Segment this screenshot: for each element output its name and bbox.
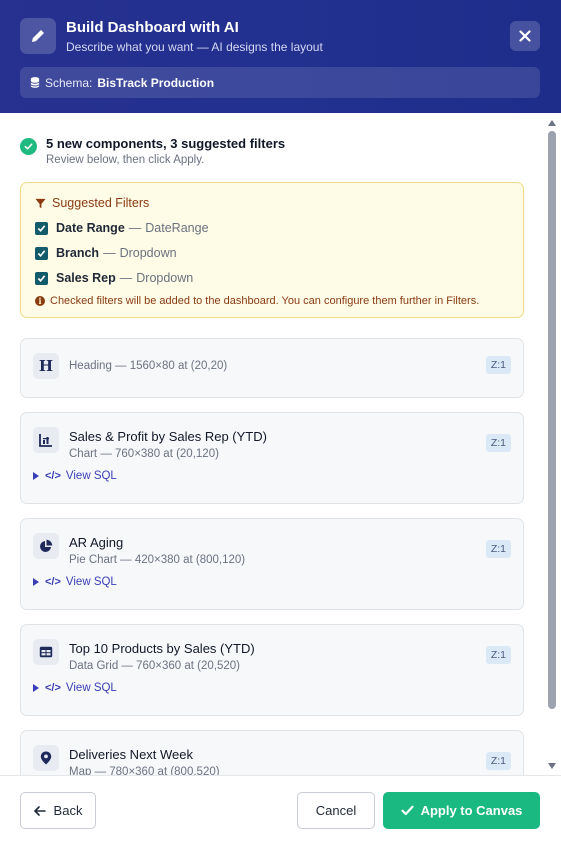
success-check-icon <box>20 138 37 155</box>
table-icon <box>33 639 59 665</box>
cancel-button[interactable]: Cancel <box>297 792 375 829</box>
expand-triangle-icon <box>33 684 39 692</box>
filter-row-branch[interactable]: Branch — Dropdown <box>35 246 509 260</box>
component-meta: Map — 780×360 at (800,520) <box>69 766 220 775</box>
z-index-badge: Z:1 <box>485 434 511 452</box>
apply-label: Apply to Canvas <box>420 803 523 818</box>
scrollbar-thumb[interactable] <box>548 131 556 709</box>
apply-to-canvas-button[interactable]: Apply to Canvas <box>383 792 540 829</box>
info-icon: i <box>35 296 45 306</box>
dialog-header: Build Dashboard with AI Describe what yo… <box>0 0 561 113</box>
component-meta: Pie Chart — 420×380 at (800,120) <box>69 554 246 566</box>
view-sql-label: View SQL <box>65 576 117 588</box>
filters-note-text: Checked filters will be added to the das… <box>50 295 480 307</box>
check-icon <box>400 805 414 816</box>
component-card-sales-profit-chart[interactable]: Sales & Profit by Sales Rep (YTD) Chart … <box>20 412 524 504</box>
filter-separator: — <box>128 221 142 235</box>
component-name: AR Aging <box>69 535 124 550</box>
suggested-filters-panel: Suggested Filters Date Range — DateRange… <box>20 182 524 318</box>
filter-name: Branch <box>56 246 100 260</box>
z-index-badge: Z:1 <box>485 752 511 770</box>
component-card-top-products[interactable]: Top 10 Products by Sales (YTD) Data Grid… <box>20 624 524 716</box>
heading-icon: H <box>33 353 59 379</box>
z-index-badge: Z:1 <box>485 540 511 558</box>
close-button[interactable] <box>510 21 540 51</box>
component-meta: Data Grid — 760×360 at (20,520) <box>69 660 241 672</box>
component-name: Deliveries Next Week <box>69 747 194 762</box>
filters-note: i Checked filters will be added to the d… <box>35 295 509 307</box>
filter-row-sales-rep[interactable]: Sales Rep — Dropdown <box>35 271 509 285</box>
filter-separator: — <box>119 271 133 285</box>
view-sql-label: View SQL <box>65 470 117 482</box>
dialog-footer: Back Cancel Apply to Canvas <box>0 775 561 843</box>
component-card-deliveries-map[interactable]: Deliveries Next Week Map — 780×360 at (8… <box>20 730 524 775</box>
component-meta: Heading — 1560×80 at (20,20) <box>69 360 228 372</box>
code-icon: </> <box>45 470 61 482</box>
vertical-scrollbar[interactable] <box>546 113 558 775</box>
arrow-left-icon <box>33 803 46 819</box>
map-pin-icon <box>33 745 59 771</box>
expand-triangle-icon <box>33 578 39 586</box>
component-name: Sales & Profit by Sales Rep (YTD) <box>69 429 267 444</box>
schema-label: Schema: <box>45 75 93 90</box>
filter-name: Date Range <box>56 221 125 235</box>
component-card-heading[interactable]: H Heading — 1560×80 at (20,20) Z:1 <box>20 338 524 398</box>
review-scroll-area[interactable]: 5 new components, 3 suggested filters Re… <box>0 113 561 775</box>
view-sql-toggle[interactable]: </> View SQL <box>33 682 511 694</box>
back-button[interactable]: Back <box>20 792 96 829</box>
view-sql-toggle[interactable]: </> View SQL <box>33 470 511 482</box>
filter-type: Dropdown <box>136 271 194 285</box>
close-icon <box>519 30 531 42</box>
component-meta: Chart — 760×380 at (20,120) <box>69 448 219 460</box>
schema-value: BisTrack Production <box>97 75 215 90</box>
component-name: Top 10 Products by Sales (YTD) <box>69 641 255 656</box>
back-label: Back <box>53 803 83 818</box>
filter-type: DateRange <box>145 221 209 235</box>
view-sql-toggle[interactable]: </> View SQL <box>33 576 511 588</box>
filter-row-date-range[interactable]: Date Range — DateRange <box>35 221 509 235</box>
z-index-badge: Z:1 <box>485 356 511 374</box>
dialog-title: Build Dashboard with AI <box>66 19 239 36</box>
filter-checkbox-date-range[interactable] <box>35 221 48 235</box>
pie-chart-icon <box>33 533 59 559</box>
database-icon <box>30 77 40 88</box>
summary-subtitle: Review below, then click Apply. <box>46 154 205 166</box>
code-icon: </> <box>45 682 61 694</box>
expand-triangle-icon <box>33 472 39 480</box>
bar-chart-icon <box>33 427 59 453</box>
view-sql-label: View SQL <box>65 682 117 694</box>
summary-title: 5 new components, 3 suggested filters <box>46 136 286 151</box>
filter-icon <box>35 198 46 208</box>
filter-type: Dropdown <box>119 246 177 260</box>
filter-checkbox-branch[interactable] <box>35 246 48 260</box>
code-icon: </> <box>45 576 61 588</box>
scroll-up-arrow-icon[interactable] <box>548 120 556 126</box>
filter-separator: — <box>103 246 116 260</box>
filter-name: Sales Rep <box>56 271 116 285</box>
component-card-ar-aging[interactable]: AR Aging Pie Chart — 420×380 at (800,120… <box>20 518 524 610</box>
pencil-icon <box>20 18 56 54</box>
summary: 5 new components, 3 suggested filters Re… <box>20 136 524 166</box>
dialog-subtitle: Describe what you want — AI designs the … <box>66 40 323 54</box>
scroll-down-arrow-icon[interactable] <box>548 763 556 769</box>
cancel-label: Cancel <box>315 803 357 818</box>
filter-checkbox-sales-rep[interactable] <box>35 271 48 285</box>
build-dashboard-dialog: Build Dashboard with AI Describe what yo… <box>0 0 561 843</box>
filters-title: Suggested Filters <box>52 196 150 210</box>
schema-bar: Schema: BisTrack Production <box>20 67 540 98</box>
z-index-badge: Z:1 <box>485 646 511 664</box>
